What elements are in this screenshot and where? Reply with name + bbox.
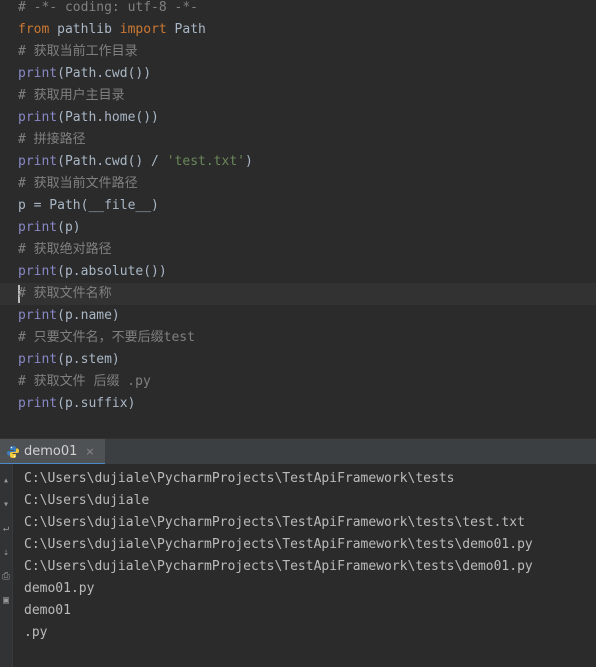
code-token: # 获取绝对路径 [18, 242, 112, 257]
console-output-line: .py [24, 625, 48, 640]
code-token: (Path.home()) [57, 110, 159, 125]
run-tab-demo01[interactable]: demo01 × [0, 439, 105, 465]
scroll-up-icon[interactable]: ▴ [0, 474, 12, 488]
code-token: (p.absolute()) [57, 264, 167, 279]
code-token: print [18, 154, 58, 169]
code-token: import [119, 22, 167, 37]
code-token: print [18, 110, 58, 125]
code-token: # 只要文件名，不要后缀test [18, 330, 195, 345]
code-line[interactable]: print(Path.home()) [18, 107, 159, 129]
code-line[interactable]: print(p.suffix) [18, 393, 135, 414]
code-line[interactable]: # 获取当前文件路径 [18, 173, 138, 195]
close-icon[interactable]: × [85, 445, 94, 458]
code-line[interactable]: # 获取用户主目录 [18, 85, 125, 107]
console-output-line: C:\Users\dujiale\PycharmProjects\TestApi… [24, 537, 533, 552]
scroll-down-icon[interactable]: ▾ [0, 498, 12, 512]
console-output-line: C:\Users\dujiale\PycharmProjects\TestApi… [24, 515, 525, 530]
code-line[interactable]: # 获取当前工作目录 [18, 41, 138, 63]
console-output-line: C:\Users\dujiale [24, 493, 150, 508]
run-tab-label: demo01 [24, 443, 78, 459]
code-token: # 获取文件名称 [18, 286, 112, 301]
code-line[interactable]: # 拼接路径 [18, 129, 86, 151]
code-token: (p.stem) [57, 352, 120, 367]
code-line[interactable]: # -*- coding: utf-8 -*- [18, 0, 198, 19]
code-token: # 获取当前工作目录 [18, 44, 138, 59]
code-line[interactable]: # 只要文件名，不要后缀test [18, 327, 195, 349]
run-tool-window-header: demo01 × [0, 438, 596, 465]
code-token: pathlib [49, 22, 120, 37]
panel-divider [0, 414, 596, 438]
python-icon [6, 444, 20, 458]
code-token: (p) [57, 220, 81, 235]
scroll-to-end-icon[interactable]: ⇣ [0, 546, 12, 560]
code-token: (p.suffix) [57, 396, 136, 411]
code-line[interactable]: print(Path.cwd() / 'test.txt') [18, 151, 253, 173]
code-token: (p.name) [57, 308, 120, 323]
code-token: (Path.cwd()) [57, 66, 152, 81]
console-output-line: demo01 [24, 603, 71, 618]
console-output-line: C:\Users\dujiale\PycharmProjects\TestApi… [24, 559, 533, 574]
console-output-line: demo01.py [24, 581, 95, 596]
code-line[interactable]: print(p.absolute()) [18, 261, 167, 283]
code-token: # 获取文件 后缀 .py [18, 374, 151, 389]
code-token: print [18, 264, 58, 279]
code-token: # 拼接路径 [18, 132, 86, 147]
code-line[interactable]: # 获取文件 后缀 .py [18, 371, 151, 393]
code-line[interactable]: print(p.name) [18, 305, 120, 327]
code-line[interactable]: from pathlib import Path [18, 19, 206, 41]
code-token: Path [166, 22, 206, 37]
code-token: print [18, 352, 58, 367]
run-console[interactable]: ▴ ▾ ↵ ⇣ ⎙ ▣ C:\Users\dujiale\PycharmProjects\… [0, 464, 596, 667]
code-line[interactable]: print(Path.cwd()) [18, 63, 151, 85]
code-token: from [18, 22, 50, 37]
code-line[interactable]: print(p.stem) [18, 349, 120, 371]
code-token: print [18, 308, 58, 323]
code-token: p = Path(__file__) [18, 198, 159, 213]
code-token: print [18, 396, 58, 411]
code-token: print [18, 220, 58, 235]
soft-wrap-icon[interactable]: ↵ [0, 522, 12, 536]
code-token: print [18, 66, 58, 81]
code-token: ) [245, 154, 253, 169]
code-token: # 获取用户主目录 [18, 88, 125, 103]
code-editor[interactable]: # -*- coding: utf-8 -*- from pathlib impo… [0, 0, 596, 414]
print-icon[interactable]: ⎙ [0, 570, 12, 584]
code-line[interactable]: # 获取绝对路径 [18, 239, 112, 261]
console-toolbar: ▴ ▾ ↵ ⇣ ⎙ ▣ [0, 464, 13, 667]
code-line[interactable]: p = Path(__file__) [18, 195, 159, 217]
console-output-line: C:\Users\dujiale\PycharmProjects\TestApi… [24, 471, 455, 486]
code-line[interactable]: print(p) [18, 217, 81, 239]
code-token: # -*- coding: utf-8 -*- [18, 0, 199, 15]
code-token: (Path.cwd() / [57, 154, 167, 169]
code-token: # 获取当前文件路径 [18, 176, 138, 191]
trash-icon[interactable]: ▣ [0, 594, 12, 608]
code-token: 'test.txt' [166, 154, 245, 169]
code-line[interactable]: # 获取文件名称 [18, 283, 112, 305]
